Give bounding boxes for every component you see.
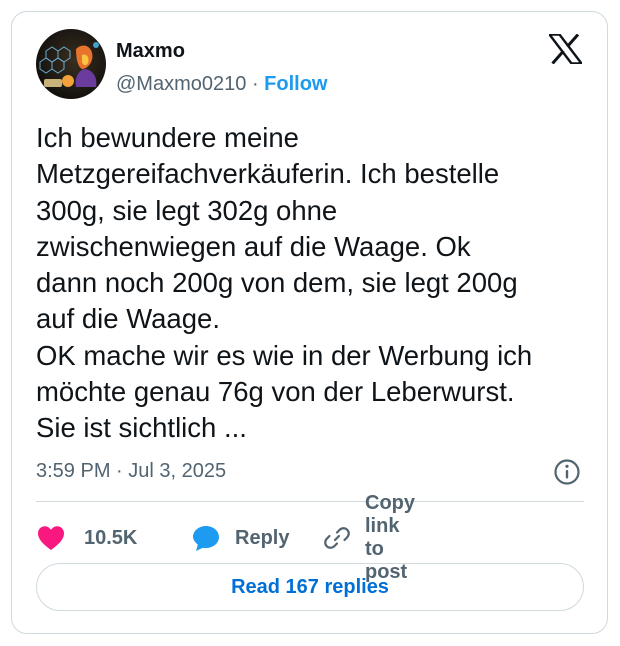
x-logo-icon[interactable] [547,33,584,65]
like-button[interactable]: 10.5K [36,518,137,558]
post-timestamp[interactable]: 3:59 PM · Jul 3, 2025 [36,460,226,483]
author-display-name[interactable]: Maxmo [116,40,185,63]
divider [36,501,584,502]
handle-separator: · [251,73,259,95]
read-replies-button[interactable]: Read 167 replies [36,563,584,611]
like-count: 10.5K [84,526,138,549]
reply-button[interactable]: Reply [192,518,289,558]
avatar-image [36,29,106,99]
author-avatar[interactable] [36,29,106,99]
reply-bubble-icon [192,524,220,552]
post-text: Ich bewundere meine Metzgereifachverkäuf… [36,122,533,444]
author-handle[interactable]: @Maxmo0210 [116,73,246,95]
reply-label: Reply [235,526,290,549]
follow-button[interactable]: Follow [264,73,327,95]
embedded-post-card: Maxmo @Maxmo0210 · Follow Ich bewundere … [11,11,608,634]
link-icon [324,525,350,551]
copy-link-button[interactable]: Copy link to post [324,492,415,583]
heart-icon [36,524,66,552]
author-handle-row: @Maxmo0210 · Follow [116,73,328,96]
info-icon[interactable] [553,458,581,486]
